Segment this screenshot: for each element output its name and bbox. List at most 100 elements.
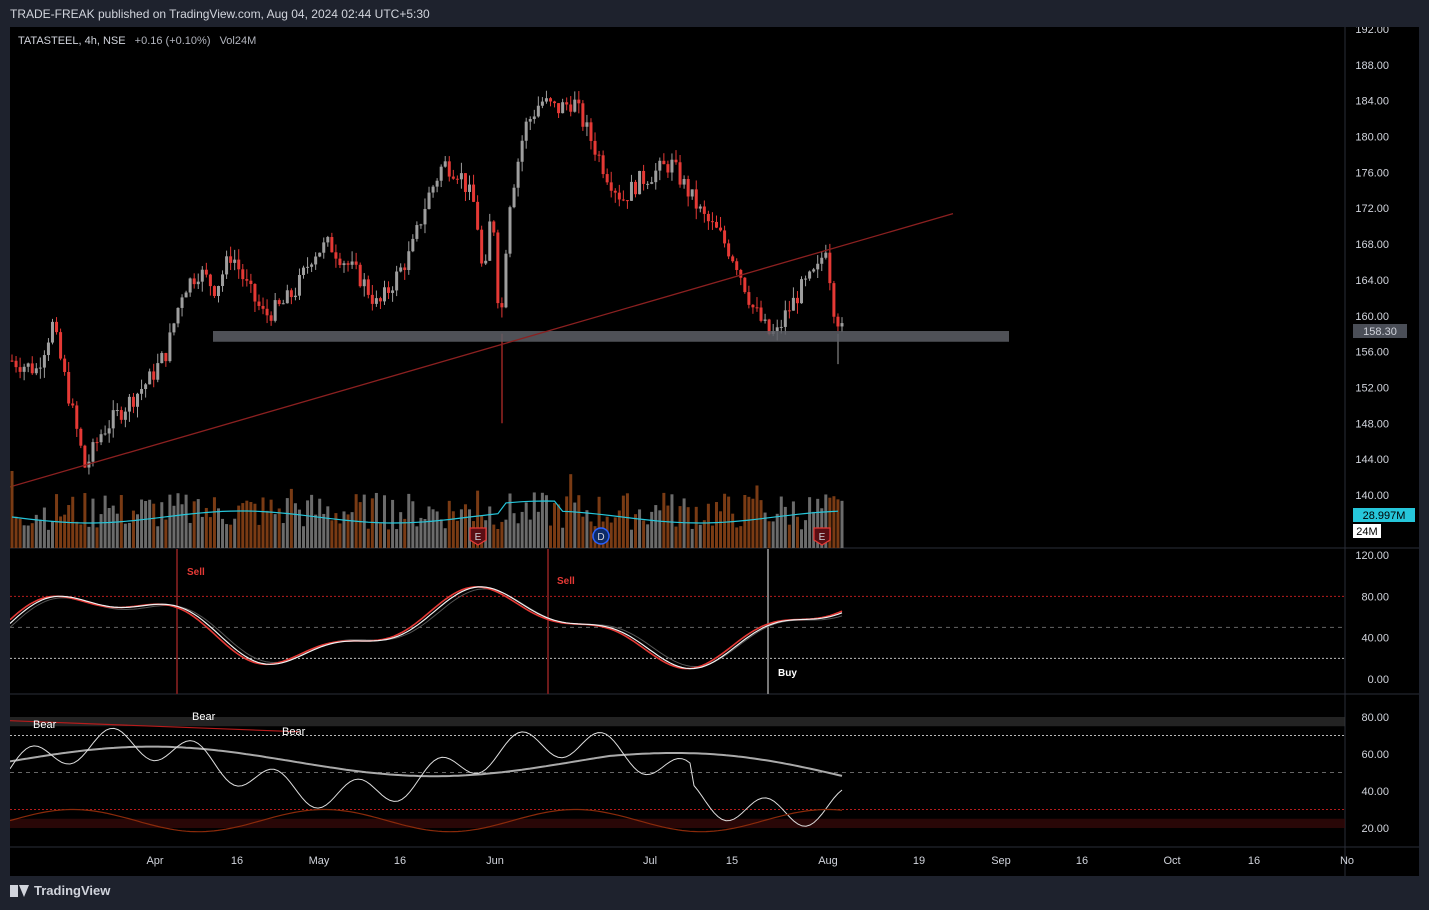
volume-bar [370,498,374,548]
candle-body [840,323,844,327]
candle-body [816,263,820,270]
volume-bar [221,518,225,548]
time-tick-label: 16 [1076,855,1088,867]
candle-body [59,332,63,359]
candle-body [439,166,443,181]
candle-body [423,208,427,225]
candle-body [698,206,702,209]
volume-bar [767,521,771,548]
candle-body [735,261,739,270]
volume-bar [613,517,617,548]
volume-bar [306,500,310,548]
candle-body [10,360,14,362]
volume-bar [427,506,431,548]
volume-bar [168,494,172,548]
candle-body [557,103,561,114]
candle-body [184,292,188,298]
volume-bar [488,506,492,548]
candle-body [180,297,184,308]
candle-body [152,371,156,380]
candle-body [204,269,208,275]
candle-body [463,173,467,192]
oscillator-pane: Sell Sell Buy [10,549,1345,694]
volume-bar [87,526,91,548]
volume-bar [46,529,50,548]
candle-body [727,243,731,257]
candle-body [208,274,212,287]
time-tick-label: Sep [991,855,1011,867]
volume-bar [783,506,787,548]
volume-last-label: 24M [1356,526,1377,538]
candle-body [666,164,670,173]
price-tick-label: 144.00 [1355,454,1389,466]
candle-body [322,242,326,253]
candle-body [585,122,589,127]
volume-bar [391,499,395,548]
volume-bar [496,528,500,548]
volume-bar [666,505,670,548]
volume-bar [577,495,581,548]
symbol-name[interactable]: TATASTEEL, 4h, NSE [18,35,126,47]
chart-canvas[interactable]: E D E Sell Sell Buy Bear Bear Bear 192.00 188.0… [10,27,1419,876]
candle-body [589,122,593,141]
time-tick-label: 16 [231,855,243,867]
time-tick-label: Apr [146,855,163,867]
candle-body [212,286,216,297]
price-axis: 192.00 188.00 184.00 180.00 176.00 172.00 168.… [1353,27,1415,835]
candle-body [330,237,334,253]
volume-bar [196,499,200,548]
volume-bar [516,523,520,548]
volume-bar [289,488,293,548]
volume-bar [650,511,654,548]
volume-bar [42,507,46,548]
volume-bar [75,521,79,548]
volume-bar [172,505,176,548]
candle-body [638,170,642,195]
candle-body [625,200,629,202]
footer-brand[interactable]: TradingView [34,883,110,898]
candle-body [832,283,836,317]
volume-bar [281,523,285,548]
candle-body [273,300,277,321]
candle-body [164,353,168,362]
candle-body [342,263,346,266]
volume-bar [382,495,386,548]
volume-bar [504,519,508,548]
candle-body [346,263,350,265]
tradingview-footer[interactable]: TradingView [10,883,110,898]
candle-body [302,267,306,275]
candle-body [427,192,431,209]
candle-body [739,269,743,278]
volume-bar [435,511,439,548]
volume-bar [257,524,261,548]
volume-bar [557,504,561,548]
symbol-legend[interactable]: TATASTEEL, 4h, NSE +0.16 (+0.10%) Vol24M [18,35,256,47]
candle-body [407,251,411,271]
time-tick-label: Jun [486,855,504,867]
rsi-ma-line [10,745,843,778]
candle-body [14,360,18,368]
price-tick-label: 184.00 [1355,96,1389,108]
volume-bar [314,514,318,548]
volume-bar [804,520,808,548]
price-tick-label: 168.00 [1355,239,1389,251]
candle-body [237,259,241,270]
candle-body [245,279,249,281]
candle-body [216,286,220,297]
volume-bar [585,510,589,548]
volume-bar [787,524,791,548]
candle-body [176,307,180,324]
volume-bar [265,510,269,548]
volume-bar [99,514,103,548]
time-axis: Apr 16 May 16 Jun Jul 15 Aug 19 Sep 16 Oct 16 No [146,855,1354,867]
volume-bar [415,526,419,548]
volume-pane: EDE [10,470,844,548]
volume-bar [241,503,245,548]
candle-body [30,363,34,374]
candle-body [544,98,548,102]
time-tick-label: Oct [1163,855,1180,867]
time-tick-label: Jul [643,855,657,867]
candle-body [561,102,565,114]
time-tick-label: 19 [913,855,925,867]
volume-bar [322,513,326,548]
